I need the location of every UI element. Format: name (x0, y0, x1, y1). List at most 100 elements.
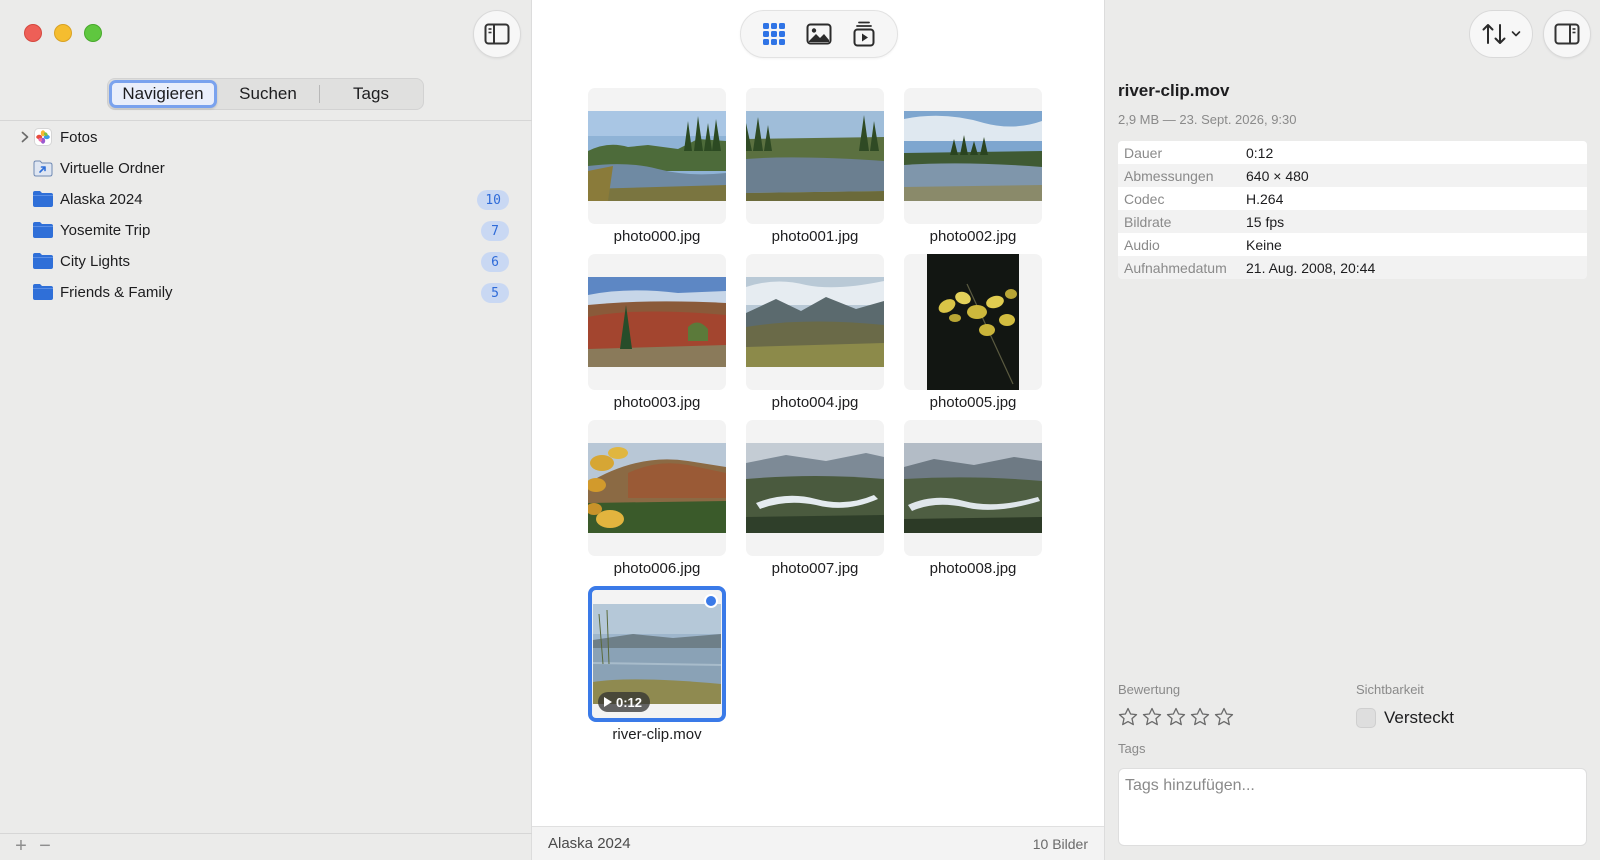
current-location: Alaska 2024 (548, 835, 631, 852)
toggle-sidebar-button[interactable] (473, 10, 521, 58)
thumbnail-frame[interactable] (746, 420, 884, 556)
thumbnail-item[interactable]: photo000.jpg (588, 88, 726, 245)
thumbnail-frame[interactable] (588, 420, 726, 556)
star-icon[interactable] (1142, 707, 1162, 727)
slideshow-view-icon (853, 21, 875, 47)
metadata-value: Keine (1246, 236, 1282, 253)
view-mode-switch (740, 10, 898, 58)
slideshow-view-button[interactable] (848, 18, 880, 50)
thumbnail-item[interactable]: photo004.jpg (746, 254, 884, 411)
hidden-toggle[interactable]: Versteckt (1356, 708, 1454, 728)
video-duration-badge: 0:12 (598, 692, 651, 712)
folder-icon (33, 221, 53, 239)
photo-river (746, 111, 884, 201)
chevron-down-icon (1511, 31, 1521, 37)
minimize-window-button[interactable] (54, 24, 72, 42)
divider (0, 120, 532, 121)
thumbnail-frame[interactable]: 0:12 (588, 586, 726, 722)
thumbnail-item[interactable]: photo008.jpg (904, 420, 1042, 577)
metadata-row: Audio Keine (1118, 233, 1587, 256)
file-meta: 2,9 MB — 23. Sept. 2026, 9:30 (1118, 112, 1297, 127)
item-count: 10 Bilder (1032, 835, 1088, 852)
sidebar-left-icon (484, 23, 510, 45)
source-list: Fotos Virtuelle Ordner Alaska 2024 10 Yo… (0, 122, 532, 308)
sidebar-item-city-lights[interactable]: City Lights 6 (0, 246, 532, 277)
rating-stars (1118, 707, 1234, 727)
sidebar-item-fotos[interactable]: Fotos (0, 122, 532, 153)
add-source-button[interactable]: + (12, 836, 30, 856)
star-icon[interactable] (1214, 707, 1234, 727)
single-image-view-icon (806, 23, 832, 45)
photo-river-valley (746, 443, 884, 533)
grid-view-button[interactable] (758, 18, 790, 50)
tags-label: Tags (1118, 741, 1146, 756)
photo-river-valley (904, 443, 1042, 533)
duration-text: 0:12 (616, 694, 643, 710)
metadata-row: Abmessungen 640 × 480 (1118, 164, 1587, 187)
tab-tags[interactable]: Tags (320, 80, 422, 108)
visibility-label: Sichtbarkeit (1356, 682, 1424, 697)
sidebar-item-label: Alaska 2024 (60, 191, 143, 208)
window-controls (24, 24, 102, 42)
folder-icon (33, 283, 53, 301)
sidebar-item-alaska-2024[interactable]: Alaska 2024 10 (0, 184, 532, 215)
thumbnail-caption: photo003.jpg (613, 394, 701, 411)
close-window-button[interactable] (24, 24, 42, 42)
metadata-row: Codec H.264 (1118, 187, 1587, 210)
thumbnail-caption: river-clip.mov (612, 726, 702, 743)
file-title: river-clip.mov (1118, 81, 1230, 100)
tab-navigieren[interactable]: Navigieren (109, 80, 217, 108)
chevron-right-icon[interactable] (19, 129, 31, 145)
divider (0, 833, 532, 834)
sidebar-item-virtuelle-ordner[interactable]: Virtuelle Ordner (0, 153, 532, 184)
thumbnail-frame[interactable] (904, 88, 1042, 224)
thumbnail-frame[interactable] (904, 254, 1042, 390)
thumbnail-item[interactable]: photo005.jpg (904, 254, 1042, 411)
thumbnail-frame[interactable] (588, 88, 726, 224)
inspector-pane: river-clip.mov 2,9 MB — 23. Sept. 2026, … (1104, 0, 1600, 860)
thumbnail-item[interactable]: photo001.jpg (746, 88, 884, 245)
star-icon[interactable] (1118, 707, 1138, 727)
single-image-view-button[interactable] (803, 18, 835, 50)
hidden-checkbox[interactable] (1356, 708, 1376, 728)
sort-menu-button[interactable] (1469, 10, 1533, 58)
folder-icon (33, 190, 53, 208)
photos-app-icon (33, 128, 53, 146)
sidebar-item-yosemite-trip[interactable]: Yosemite Trip 7 (0, 215, 532, 246)
thumbnail-frame[interactable] (746, 88, 884, 224)
sort-arrows-icon (1482, 24, 1506, 44)
toggle-inspector-button[interactable] (1543, 10, 1591, 58)
metadata-value: 15 fps (1246, 213, 1285, 230)
thumbnail-caption: photo006.jpg (613, 560, 701, 577)
thumbnail-item[interactable]: photo003.jpg (588, 254, 726, 411)
tab-suchen[interactable]: Suchen (217, 80, 319, 108)
thumbnail-frame[interactable] (746, 254, 884, 390)
photo-river (904, 111, 1042, 201)
count-badge: 5 (481, 283, 509, 303)
sidebar-item-label: City Lights (60, 253, 131, 270)
thumbnail-item-selected[interactable]: 0:12 river-clip.mov (588, 586, 726, 743)
metadata-value: 640 × 480 (1246, 167, 1309, 184)
remove-source-button[interactable]: − (36, 836, 54, 856)
sidebar-item-friends-family[interactable]: Friends & Family 5 (0, 277, 532, 308)
thumbnail-caption: photo004.jpg (771, 394, 859, 411)
hidden-label: Versteckt (1384, 708, 1454, 727)
count-badge: 10 (477, 190, 509, 210)
browser-pane: photo000.jpg photo001.jpg photo002.jpg p… (532, 0, 1104, 860)
zoom-window-button[interactable] (84, 24, 102, 42)
sidebar-right-icon (1554, 23, 1580, 45)
sidebar: Navigieren Suchen Tags Fotos Virtuelle O… (0, 0, 532, 860)
thumbnail-item[interactable]: photo007.jpg (746, 420, 884, 577)
tags-input[interactable] (1118, 768, 1587, 846)
star-icon[interactable] (1190, 707, 1210, 727)
photo-valley (746, 277, 884, 367)
thumbnail-item[interactable]: photo002.jpg (904, 88, 1042, 245)
metadata-row: Dauer 0:12 (1118, 141, 1587, 164)
thumbnail-frame[interactable] (904, 420, 1042, 556)
play-icon (604, 697, 612, 707)
tab-label: Tags (353, 84, 389, 103)
thumbnail-frame[interactable] (588, 254, 726, 390)
star-icon[interactable] (1166, 707, 1186, 727)
thumbnail-item[interactable]: photo006.jpg (588, 420, 726, 577)
thumbnail-caption: photo005.jpg (929, 394, 1017, 411)
